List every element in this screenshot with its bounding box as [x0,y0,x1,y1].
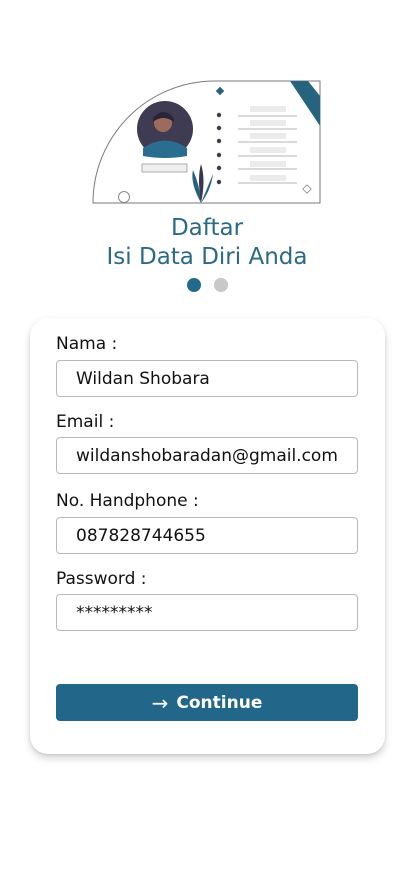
continue-button-label: Continue [176,692,263,713]
password-label: Password : [56,569,147,589]
profile-illustration [92,80,321,204]
step-dot-1 [186,278,201,292]
phone-label: No. Handphone : [56,491,199,511]
registration-screen: Daftar Isi Data Diri Anda Nama : Email :… [0,0,414,896]
continue-button[interactable]: → Continue [56,684,358,721]
page-title: Daftar [170,215,244,241]
arrow-right-icon: → [151,690,169,715]
name-label: Nama : [56,334,118,354]
step-indicator [0,278,414,292]
email-field[interactable] [56,437,358,474]
email-label: Email : [56,412,115,432]
password-field[interactable] [56,594,358,631]
page-subtitle: Isi Data Diri Anda [106,244,308,270]
step-dot-2 [213,278,228,292]
name-field[interactable] [56,360,358,397]
phone-field[interactable] [56,517,358,554]
